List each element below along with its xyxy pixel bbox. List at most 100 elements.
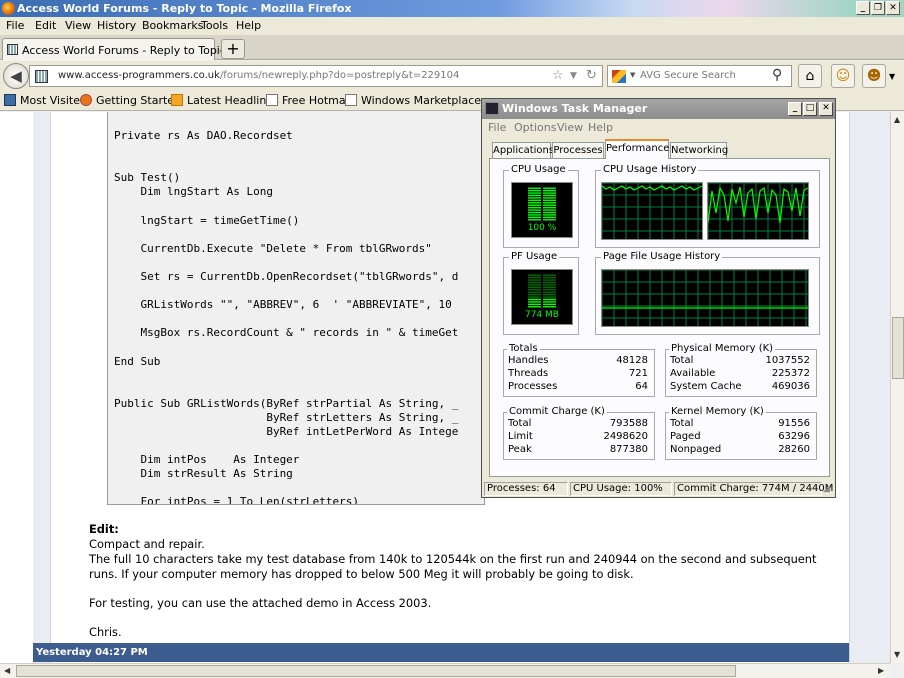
scroll-right-icon[interactable]: ▶ (878, 666, 884, 675)
tm-minimize-button[interactable]: _ (788, 102, 802, 116)
meter-segment (543, 289, 556, 291)
meter-segment (543, 291, 556, 293)
task-manager-icon (485, 102, 499, 115)
meter-segment (543, 209, 556, 211)
meter-segment (528, 284, 541, 286)
tab-reply-to-topic[interactable]: Access World Forums - Reply to Topic (2, 38, 226, 60)
performance-panel: CPU Usage 100 % CPU Usage History PF Usa… (489, 158, 830, 477)
meter-segment (528, 279, 541, 281)
site-identity-icon[interactable] (35, 70, 48, 83)
meter-segment (528, 281, 541, 284)
menu-tools[interactable]: Tools (201, 19, 228, 32)
bookmark-star-icon[interactable]: ☆ (552, 68, 564, 83)
tm-menu-help[interactable]: Help (588, 121, 613, 134)
menu-edit[interactable]: Edit (35, 19, 56, 32)
search-icon[interactable]: ⚲ (772, 67, 782, 83)
physical-memory-rows: Total 1037552 Available 225372 System Cache 4… (670, 355, 810, 394)
restore-button[interactable]: ❐ (871, 1, 885, 15)
meter-segment (543, 274, 556, 276)
post-date-bar: Yesterday 04:27 PM (33, 643, 849, 662)
minimize-button[interactable]: _ (856, 1, 870, 15)
menu-help[interactable]: Help (236, 19, 261, 32)
physical-memory-row: Available 225372 (670, 368, 810, 381)
tm-menu-options[interactable]: Options (514, 121, 556, 134)
meter-segment (528, 209, 541, 211)
horizontal-scrollbar[interactable]: ◀ ▶ (0, 663, 890, 678)
search-engine-dropdown-icon[interactable]: ▼ (630, 71, 635, 79)
reload-icon[interactable]: ↻ (586, 68, 597, 83)
tab-performance[interactable]: Performance (605, 139, 669, 159)
url-path: /forums/newreply.php?do=postreply&t=2291… (219, 70, 460, 81)
physical-memory-row: System Cache 469036 (670, 381, 810, 394)
task-manager-window[interactable]: Windows Task Manager _ □ ✕ File Options … (481, 98, 836, 498)
tm-menu-view[interactable]: View (557, 121, 583, 134)
menu-bar: File Edit View History Bookmarks Tools H… (0, 17, 904, 35)
meter-segment (543, 306, 556, 308)
edit-label: Edit: (89, 522, 119, 536)
commit-charge-title: Commit Charge (K) (507, 406, 607, 417)
vertical-scrollbar[interactable]: ▲ ▼ (890, 112, 904, 663)
physical-memory-row: Total 1037552 (670, 355, 810, 368)
task-manager-title-bar[interactable]: Windows Task Manager _ □ ✕ (482, 99, 835, 119)
bookmark-getting-started[interactable]: Getting Started (80, 94, 181, 107)
horizontal-scroll-thumb[interactable] (16, 665, 736, 677)
cpu-history-chart-core2 (708, 183, 808, 239)
close-button[interactable]: ✕ (886, 1, 900, 15)
tab-processes[interactable]: Processes (552, 142, 604, 158)
menu-view[interactable]: View (65, 19, 91, 32)
totals-label: Handles (508, 355, 549, 366)
pf-history-graph (601, 269, 809, 327)
tm-close-button[interactable]: ✕ (819, 102, 833, 116)
window-title: Access World Forums - Reply to Topic - M… (17, 2, 352, 15)
addon-toolbar-icon[interactable]: ☺ (831, 64, 855, 88)
home-button[interactable]: ⌂ (798, 64, 822, 88)
meter-segment (543, 303, 556, 306)
new-tab-button[interactable]: + (221, 39, 245, 59)
menu-file[interactable]: File (6, 19, 24, 32)
tab-applications[interactable]: Applications (492, 142, 554, 158)
meter-segment (543, 284, 556, 286)
meter-segment (528, 303, 541, 306)
vertical-scroll-thumb[interactable] (892, 317, 904, 379)
scroll-up-icon[interactable]: ▲ (894, 115, 900, 124)
back-button[interactable]: ◀ (3, 63, 29, 89)
edit-line-results: The full 10 characters take my test data… (89, 552, 817, 581)
kernel-memory-label: Nonpaged (670, 444, 722, 455)
bookmark-free-hotmail[interactable]: Free Hotmail (266, 94, 352, 107)
totals-row: Handles 48128 (508, 355, 648, 368)
left-margin (33, 112, 51, 663)
tm-maximize-button[interactable]: □ (803, 102, 817, 116)
commit-charge-label: Total (508, 418, 532, 429)
scroll-left-icon[interactable]: ◀ (4, 666, 10, 675)
menu-bookmarks[interactable]: Bookmarks (142, 19, 203, 32)
meter-segment (543, 296, 556, 298)
bookmark-latest-headlines[interactable]: Latest Headlines (171, 94, 279, 107)
meter-segment (528, 291, 541, 293)
commit-charge-value: 877380 (609, 444, 648, 455)
url-bar[interactable]: www.access-programmers.co.uk/forums/newr… (29, 65, 603, 87)
meter-segment (543, 187, 556, 189)
tm-menu-file[interactable]: File (488, 121, 506, 134)
tab-networking[interactable]: Networking (670, 142, 728, 158)
physical-memory-value: 225372 (771, 368, 810, 379)
totals-row: Processes 64 (508, 381, 648, 394)
meter-segment (528, 289, 541, 291)
pf-usage-value: 774 MB (525, 310, 559, 320)
kernel-memory-rows: Total 91556 Paged 63296 Nonpaged 28260 (670, 418, 810, 457)
history-dropdown-icon[interactable]: ▼ (570, 71, 577, 81)
overflow-chevron-icon[interactable]: ▼ (889, 72, 895, 81)
bookmark-most-visited[interactable]: Most Visited (4, 94, 87, 107)
commit-charge-rows: Total 793588 Limit 2498620 Peak 877380 (508, 418, 648, 457)
meter-segment (543, 189, 556, 192)
page-icon (266, 94, 278, 106)
addon-monkey-icon[interactable]: ☻ (862, 64, 886, 88)
cpu-history-line (708, 186, 808, 224)
menu-history[interactable]: History (97, 19, 136, 32)
resize-grip-icon[interactable]: ◢ (823, 484, 830, 494)
meter-segment (543, 211, 556, 214)
scroll-down-icon[interactable]: ▼ (894, 650, 900, 659)
search-bar[interactable]: ▼ AVG Secure Search ⚲ (607, 65, 792, 87)
meter-segment (528, 293, 541, 296)
totals-value: 721 (628, 368, 648, 379)
bookmark-windows-marketplace[interactable]: Windows Marketplace (345, 94, 481, 107)
